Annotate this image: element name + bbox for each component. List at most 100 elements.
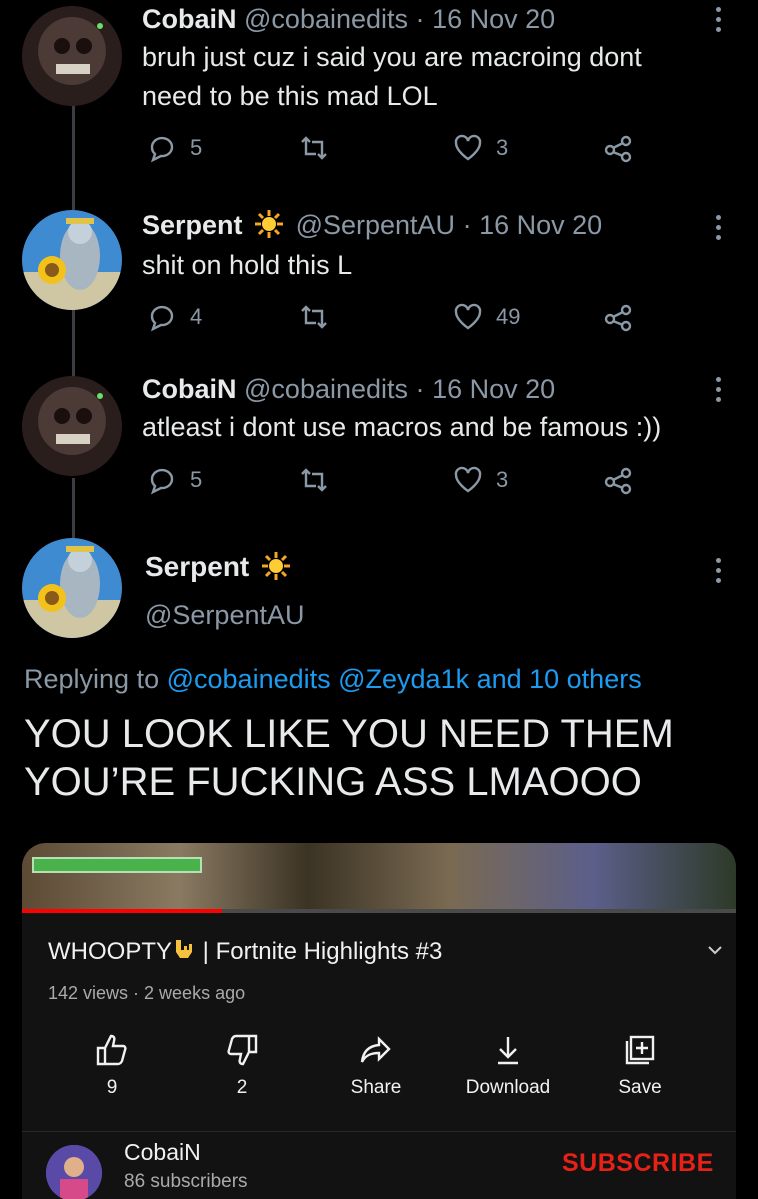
video-progress-bar[interactable] <box>22 909 736 913</box>
reply-button[interactable]: 5 <box>146 464 202 496</box>
video-views: 142 views · 2 weeks ago <box>48 983 246 1003</box>
download-icon <box>498 1037 518 1065</box>
like-button[interactable]: 3 <box>452 464 508 496</box>
main-tweet-text: YOU LOOK LIKE YOU NEED THEM YOU’RE FUCKI… <box>24 710 744 806</box>
like-count: 3 <box>496 135 509 160</box>
tweet-text: bruh just cuz i said you are macroing do… <box>142 38 642 116</box>
heart-icon <box>454 134 482 161</box>
tweet-text-line: bruh just cuz i said you are macroing do… <box>142 42 642 72</box>
separator: · <box>462 210 472 240</box>
tweet-text-line: need to be this mad LOL <box>142 81 438 111</box>
tweet-date[interactable]: 16 Nov 20 <box>432 374 555 404</box>
tweet-3[interactable]: CobaiN @cobainedits · 16 Nov 20 atleast … <box>0 370 758 520</box>
video-progress-fill <box>22 909 222 913</box>
download-label: Download <box>465 1077 551 1098</box>
reply-count: 4 <box>190 304 203 329</box>
subscribe-button[interactable]: SUBSCRIBE <box>562 1149 714 1178</box>
reply-button[interactable]: 4 <box>146 301 202 333</box>
cobain-avatar[interactable] <box>22 376 122 476</box>
tweet-text: atleast i dont use macros and be famous … <box>142 408 661 447</box>
like-count: 9 <box>106 1077 118 1098</box>
author-handle[interactable]: @cobainedits <box>244 374 408 404</box>
replying-to: Replying to @cobainedits @Zeyda1k and 10… <box>24 660 642 698</box>
author-name[interactable]: Serpent <box>142 210 243 240</box>
tweet-2[interactable]: Serpent @SerpentAU · 16 Nov 20 shit on h… <box>0 200 758 350</box>
chevron-down-icon[interactable] <box>706 941 724 959</box>
cobain-avatar[interactable] <box>22 6 122 106</box>
share-label: Share <box>350 1077 402 1098</box>
reply-icon <box>150 136 174 163</box>
author-name-text: Serpent <box>145 551 250 582</box>
serpent-avatar[interactable] <box>22 538 122 638</box>
like-count: 3 <box>496 467 509 492</box>
replying-prefix: Replying to <box>24 664 160 694</box>
save-label: Save <box>618 1077 662 1098</box>
download-video-button[interactable]: Download <box>448 1031 568 1099</box>
more-options-icon[interactable] <box>708 212 728 246</box>
dislike-count: 2 <box>236 1077 248 1098</box>
author-name[interactable]: CobaiN <box>142 4 237 34</box>
like-button[interactable]: 49 <box>452 301 520 333</box>
like-video-button[interactable]: 9 <box>52 1031 172 1099</box>
reply-count: 5 <box>190 467 203 492</box>
like-count: 49 <box>496 304 521 329</box>
tweet-header: CobaiN @cobainedits · 16 Nov 20 <box>142 372 555 406</box>
author-handle[interactable]: @SerpentAU <box>296 210 455 240</box>
more-options-icon[interactable] <box>708 374 728 408</box>
share-icon <box>604 135 632 163</box>
retweet-icon <box>301 468 327 492</box>
rock-hand-emoji-icon <box>176 940 192 958</box>
tweet-header: Serpent @SerpentAU · 16 Nov 20 <box>142 208 602 242</box>
share-video-button[interactable]: Share <box>316 1031 436 1099</box>
author-name[interactable]: CobaiN <box>142 374 237 404</box>
heart-icon <box>454 466 482 493</box>
share-icon <box>604 304 632 332</box>
author-handle[interactable]: @SerpentAU <box>145 597 304 633</box>
save-video-button[interactable]: Save <box>580 1031 700 1099</box>
playlist-add-icon <box>625 1035 655 1065</box>
video-title-rest: | Fortnite Highlights #3 <box>196 938 443 965</box>
retweet-button[interactable] <box>298 301 330 333</box>
separator: · <box>415 4 425 34</box>
media-attachment[interactable]: WHOOPTY | Fortnite Highlights #3 142 vie… <box>22 843 736 1199</box>
retweet-icon <box>301 136 327 160</box>
tweet-text-line: shit on hold this L <box>142 250 353 280</box>
reply-icon <box>150 468 174 495</box>
more-options-icon[interactable] <box>708 555 728 589</box>
replying-to-link[interactable]: @cobainedits @Zeyda1k and 10 others <box>167 664 642 694</box>
subscriber-count: 86 subscribers <box>124 1171 248 1192</box>
dislike-video-button[interactable]: 2 <box>182 1031 302 1099</box>
video-title-start: WHOOPTY <box>48 938 172 965</box>
game-hud-bar <box>32 857 202 873</box>
reply-icon <box>150 305 174 332</box>
retweet-button[interactable] <box>298 464 330 496</box>
author-name[interactable]: Serpent <box>145 548 295 586</box>
like-button[interactable]: 3 <box>452 132 508 164</box>
divider <box>22 1131 736 1132</box>
channel-name[interactable]: CobaiN <box>124 1139 201 1166</box>
tweet-actions: 5 3 <box>142 132 642 168</box>
sun-emoji-icon <box>262 552 291 580</box>
retweet-icon <box>301 305 327 329</box>
more-options-icon[interactable] <box>708 4 728 38</box>
video-thumbnail[interactable] <box>22 843 736 913</box>
separator: · <box>415 374 425 404</box>
reply-button[interactable]: 5 <box>146 132 202 164</box>
reply-count: 5 <box>190 135 203 160</box>
thumbs-up-icon <box>96 1034 127 1066</box>
serpent-avatar[interactable] <box>22 210 122 310</box>
author-handle[interactable]: @cobainedits <box>244 4 408 34</box>
share-button[interactable] <box>602 301 634 333</box>
tweet-actions: 5 3 <box>142 464 642 500</box>
channel-avatar[interactable] <box>46 1145 102 1199</box>
share-button[interactable] <box>602 132 634 164</box>
tweet-date[interactable]: 16 Nov 20 <box>479 210 602 240</box>
share-button[interactable] <box>602 464 634 496</box>
tweet-1[interactable]: CobaiN @cobainedits · 16 Nov 20 bruh jus… <box>0 0 758 190</box>
share-icon <box>604 467 632 495</box>
retweet-button[interactable] <box>298 132 330 164</box>
tweet-text-line: atleast i dont use macros and be famous … <box>142 412 662 442</box>
thumbs-down-icon <box>227 1034 258 1066</box>
tweet-date[interactable]: 16 Nov 20 <box>432 4 555 34</box>
sun-emoji-icon <box>255 210 284 238</box>
